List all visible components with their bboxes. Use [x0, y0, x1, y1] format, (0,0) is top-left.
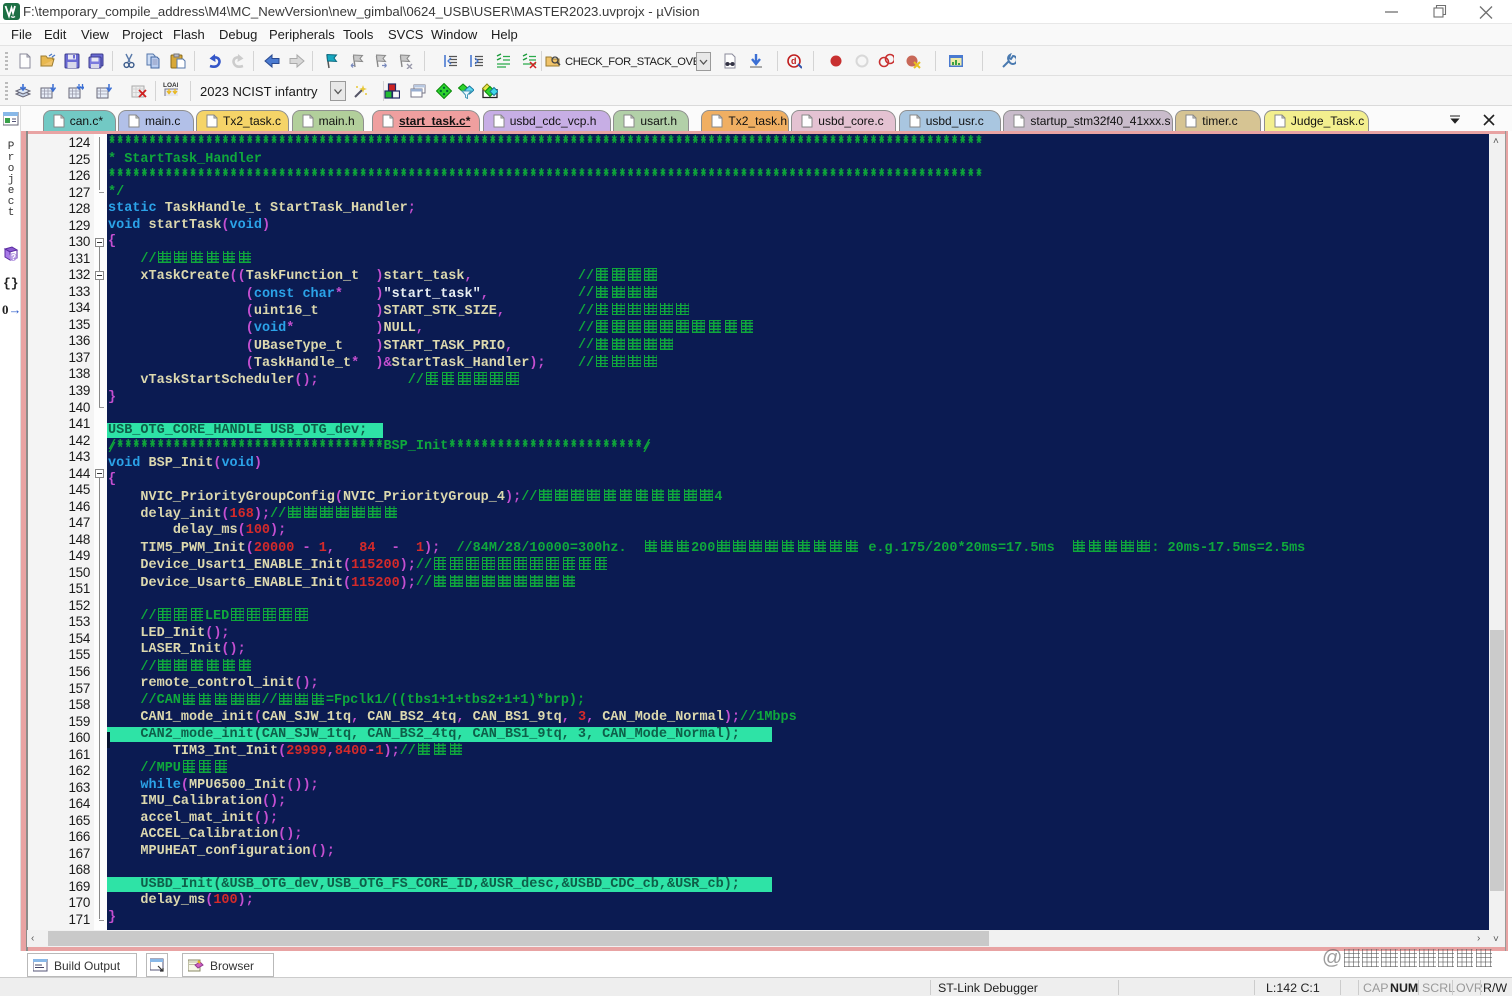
svg-text:LOAD: LOAD [163, 82, 178, 89]
svg-text:d: d [791, 56, 797, 66]
svg-text:?: ? [11, 253, 16, 262]
